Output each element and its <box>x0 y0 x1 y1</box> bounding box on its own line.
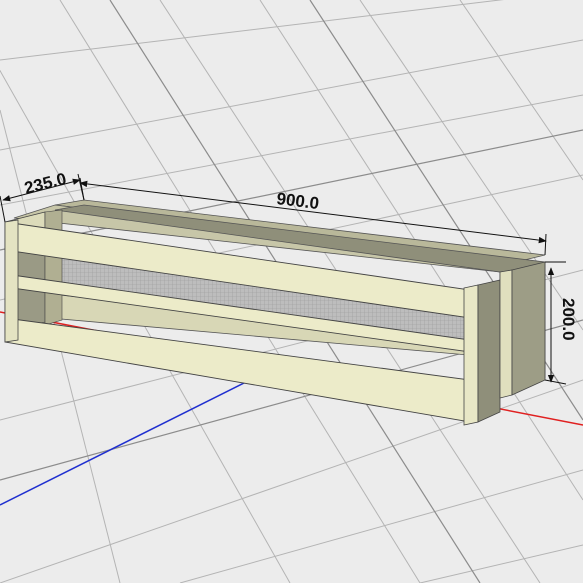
right-back-post <box>499 269 513 399</box>
right-back-face <box>511 261 546 396</box>
left-end-post <box>44 209 63 326</box>
dimension-height-label: 200.0 <box>559 298 578 341</box>
dimension-length-label: 900.0 <box>276 189 321 213</box>
model-canvas[interactable]: 235.0 900.0 200.0 <box>0 0 583 583</box>
crate-model[interactable] <box>4 199 546 426</box>
right-front-post <box>463 284 479 426</box>
cad-viewport[interactable]: 235.0 900.0 200.0 <box>0 0 583 583</box>
front-left-post <box>4 219 19 343</box>
right-end-face <box>477 279 501 423</box>
y-axis-line <box>0 374 261 506</box>
